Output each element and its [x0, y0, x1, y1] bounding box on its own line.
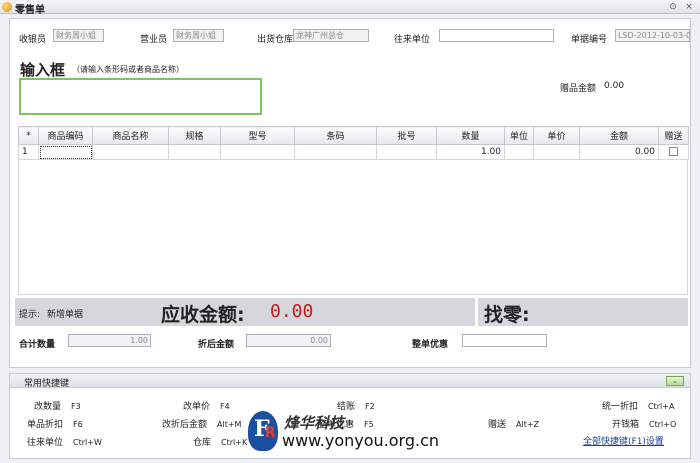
input-box-hint: （请输入条形码或者商品名称）: [72, 65, 184, 74]
prompt-label: 提示:: [19, 310, 41, 320]
row-index: 1: [18, 144, 39, 160]
cell-name[interactable]: [92, 144, 169, 160]
cell-qty[interactable]: 1.00: [436, 144, 505, 160]
change-label: 找零:: [484, 304, 530, 326]
watermark-brand: 烽华科技: [284, 414, 345, 432]
table-empty-area: [18, 160, 688, 295]
shortcut-label: 改单价: [183, 402, 211, 412]
column-header[interactable]: 型号: [220, 126, 295, 145]
shortcut-label: 开钱箱: [612, 420, 640, 430]
watermark-url: www.yonyou.org.cn: [282, 431, 440, 450]
prompt-bar: 提示: 新增单据 应收金额: 0.00: [15, 298, 475, 326]
warehouse-label: 出货仓库: [257, 35, 294, 45]
cell-model[interactable]: [220, 144, 295, 160]
receivable-amount: 0.00: [270, 301, 314, 322]
column-header[interactable]: 单位: [504, 126, 534, 145]
column-header[interactable]: 金额: [579, 126, 659, 145]
shortcut-label: 统一折扣: [602, 402, 639, 412]
shortcut-key: Ctrl+W: [73, 438, 102, 447]
window-title: 零售单: [15, 5, 45, 16]
shortcut-item: 改折后金额 Alt+M: [162, 417, 241, 430]
watermark-logo-icon: FR: [248, 411, 278, 451]
column-header[interactable]: 规格: [168, 126, 221, 145]
shortcut-key: Alt+M: [217, 420, 242, 429]
receivable-label: 应收金额:: [161, 304, 245, 326]
doc-no-field[interactable]: LSD-2012-10-03-00: [615, 29, 690, 42]
column-header[interactable]: 数量: [436, 126, 505, 145]
shortcut-key: F6: [73, 420, 83, 429]
discount-amount-label: 折后金额: [198, 340, 235, 350]
column-header[interactable]: 赠送: [658, 126, 689, 145]
total-qty-field[interactable]: 1.00: [68, 334, 151, 347]
cell-amount[interactable]: 0.00: [579, 144, 659, 160]
collapse-toggle-icon[interactable]: ⌄: [666, 376, 684, 386]
cell-code[interactable]: [38, 144, 93, 160]
shortcut-key: Alt+Z: [516, 420, 540, 429]
shortcut-key: F2: [365, 402, 375, 411]
minimize-button[interactable]: ⊙: [668, 2, 678, 12]
table-header-row: * 商品编码 商品名称 规格 型号 条码 批号 数量 单位 单价 金额 赠送: [18, 126, 689, 145]
shortcut-label: 单品折扣: [27, 420, 64, 430]
total-qty-label: 合计数量: [19, 340, 56, 350]
barcode-input[interactable]: [19, 78, 262, 115]
close-button[interactable]: ×: [684, 2, 694, 12]
change-bar: 找零:: [478, 298, 688, 326]
gift-amount-label: 赠品金额: [560, 84, 597, 94]
shortcut-item: 改单价 F4: [183, 399, 230, 412]
shortcut-item: 开钱箱 Ctrl+O: [612, 417, 676, 430]
shortcut-label: 赠送: [488, 420, 507, 430]
gift-checkbox[interactable]: [669, 147, 678, 156]
all-shortcuts-link[interactable]: 全部快捷键(F1)设置: [583, 434, 664, 447]
shortcut-key: Ctrl+O: [649, 420, 677, 429]
shortcuts-title: 常用快捷键: [24, 379, 70, 389]
partner-field[interactable]: [439, 29, 554, 42]
shortcut-key: F3: [71, 402, 81, 411]
gift-amount-value: 0.00: [604, 81, 625, 91]
items-table: * 商品编码 商品名称 规格 型号 条码 批号 数量 单位 单价 金额 赠送 1: [18, 126, 689, 160]
shortcut-label: 改折后金额: [162, 420, 208, 430]
cashier-label: 收银员: [19, 35, 47, 45]
cell-batch[interactable]: [376, 144, 437, 160]
table-row[interactable]: 1 1.00 0.00: [18, 144, 689, 160]
whole-discount-field[interactable]: [462, 334, 547, 347]
column-header[interactable]: 商品编码: [38, 126, 93, 145]
app-icon: [2, 2, 12, 12]
cashier-field[interactable]: 财务周小姐: [53, 29, 104, 42]
shortcut-item: 往来单位 Ctrl+W: [27, 435, 102, 448]
shortcut-key: Ctrl+A: [648, 402, 675, 411]
prompt-text: 新增单据: [47, 310, 84, 320]
shortcut-key: F4: [220, 402, 230, 411]
shortcut-item: 改数量 F3: [34, 399, 81, 412]
shortcut-item: 仓库 Ctrl+K: [193, 435, 247, 448]
shortcut-item: 统一折扣 Ctrl+A: [602, 399, 674, 412]
doc-no-label: 单据编号: [571, 35, 608, 45]
cell-unit[interactable]: [504, 144, 534, 160]
shortcut-item: 单品折扣 F6: [27, 417, 83, 430]
input-box-title: 输入框: [20, 61, 66, 79]
warehouse-field[interactable]: 龙神广州总仓: [293, 29, 369, 42]
whole-discount-label: 整单优惠: [412, 340, 449, 350]
salesman-field[interactable]: 财务周小姐: [173, 29, 224, 42]
cell-gift[interactable]: [658, 144, 689, 160]
shortcut-label: 仓库: [193, 438, 212, 448]
cell-price[interactable]: [533, 144, 580, 160]
column-header[interactable]: 条码: [294, 126, 377, 145]
column-header: *: [18, 126, 39, 145]
title-bar: 零售单 ⊙ ×: [0, 0, 700, 16]
shortcut-label: 改数量: [34, 402, 62, 412]
discount-amount-field[interactable]: 0.00: [246, 334, 331, 347]
salesman-label: 营业员: [140, 35, 168, 45]
column-header[interactable]: 批号: [376, 126, 437, 145]
shortcut-key: Ctrl+K: [221, 438, 248, 447]
watermark: FR 烽华科技 www.yonyou.org.cn: [248, 411, 463, 461]
shortcut-item: 赠送 Alt+Z: [488, 417, 539, 430]
shortcut-label: 往来单位: [27, 438, 64, 448]
cell-spec[interactable]: [168, 144, 221, 160]
cell-barcode[interactable]: [294, 144, 377, 160]
column-header[interactable]: 单价: [533, 126, 580, 145]
partner-label: 往来单位: [394, 35, 431, 45]
column-header[interactable]: 商品名称: [92, 126, 169, 145]
shortcuts-header: 常用快捷键 ⌄: [10, 374, 690, 389]
